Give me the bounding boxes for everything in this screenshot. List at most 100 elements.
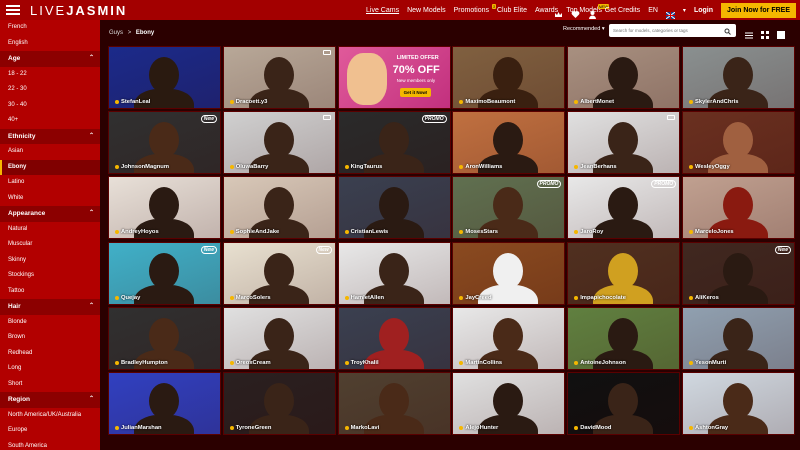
sidebar-section-header[interactable]: Region ⌃ [0,392,100,408]
search-input[interactable] [609,28,724,33]
model-tile[interactable]: OreoxCream [222,306,336,370]
model-tile[interactable]: Dracoett.y3 [222,46,336,109]
model-tile[interactable]: New MarcoSolers [222,241,336,305]
nav-item[interactable]: Promotions 3 [454,3,496,14]
model-tile[interactable]: StefanLeal [108,46,221,109]
promo-cta-button[interactable]: Get it Now! [399,88,432,97]
sidebar-filter-item[interactable]: Brown [0,330,100,346]
model-tile[interactable]: CristianLewis [337,176,451,240]
sidebar-filter-item[interactable]: Ebony [0,159,100,175]
model-tile[interactable]: JeanBerhans [567,111,681,175]
crown-icon[interactable] [554,6,563,17]
grid-view-icon[interactable] [761,26,769,44]
sidebar-filter-item[interactable]: Long [0,361,100,377]
logo[interactable]: LIVEJASMIN [30,3,127,18]
sidebar-filter-item[interactable]: Asian [0,144,100,160]
menu-icon[interactable] [6,5,20,15]
model-tile[interactable]: WesleyOggy [681,111,795,175]
model-name-text: MosesStars [465,229,498,236]
model-tile[interactable]: AshtonGray [681,371,795,435]
sidebar-filter-item[interactable]: French [0,20,100,36]
model-tile[interactable]: TroyKhalil [337,306,451,370]
model-photo [493,57,524,93]
model-name-text: WesleyOggy [694,164,730,171]
sidebar-filter-item[interactable]: North America/UK/Australia [0,408,100,424]
breadcrumb-parent[interactable]: Guys [109,30,123,36]
model-name-text: MarceloJones [694,229,734,236]
model-tile[interactable]: SkylerAndChris [681,46,795,109]
search-icon[interactable] [724,22,731,40]
model-tile[interactable]: DavidMood [567,371,681,435]
login-link[interactable]: Login [694,7,713,14]
model-name-text: JeanBerhans [580,164,617,171]
model-tile[interactable]: AlbertMonet [567,46,681,109]
tile-badge: PROMO [651,180,677,189]
flag-icon[interactable] [665,6,676,19]
model-tile[interactable]: Impapichocolate [567,241,681,305]
model-tile[interactable]: MaximoBeaumont [452,46,566,109]
sidebar-filter-item[interactable]: Tattoo [0,284,100,300]
sidebar-filter-item[interactable]: 22 - 30 [0,82,100,98]
sidebar-filter-item[interactable]: Blonde [0,315,100,331]
sidebar-filter-item[interactable]: English [0,36,100,52]
model-tile[interactable]: AndreyHoyos [108,176,221,240]
nav-item[interactable]: Club Elite [497,7,527,14]
model-tile[interactable]: MarceloJones [681,176,795,240]
chevron-down-icon[interactable]: ▾ [683,7,686,14]
sidebar-filter-item[interactable]: Redhead [0,346,100,362]
model-tile[interactable]: New AliKeros [681,241,795,305]
model-tile[interactable]: AntoineJohnson [567,306,681,370]
sidebar-filter-item[interactable]: 40+ [0,113,100,129]
model-tile[interactable]: BradleyHumpton [108,306,221,370]
sidebar-filter-item[interactable]: 18 - 22 [0,67,100,83]
model-name: CristianLewis [344,229,388,235]
nav-item[interactable]: New Models [407,7,446,14]
model-tile[interactable]: JayCreed [452,241,566,305]
heart-icon[interactable] [571,6,580,18]
sidebar-section-header[interactable]: Age ⌃ [0,51,100,67]
language-selector[interactable]: EN [648,7,658,14]
model-name: MosesStars [459,229,498,235]
large-grid-icon[interactable] [777,26,785,44]
sidebar-filter-item[interactable]: Latino [0,175,100,191]
sidebar-filter-item[interactable]: Natural [0,222,100,238]
nav-item[interactable]: Live Cams [366,7,399,14]
sidebar-section-header[interactable]: Ethnicity ⌃ [0,128,100,144]
model-tile[interactable]: New JohnsonMagnum [108,111,221,175]
model-tile[interactable]: New Quejay [108,241,221,305]
join-button[interactable]: Join Now for FREE [721,2,796,18]
promo-banner-tile[interactable]: LIMITED OFFER 70% OFF New members only Get … [337,46,451,109]
model-tile[interactable]: MartinCollins [452,306,566,370]
model-tile[interactable]: AlejoHunter [452,371,566,435]
model-tile[interactable]: PROMO JaroRoy [567,176,681,240]
model-tile[interactable]: HamletAllen [337,241,451,305]
sidebar-filter-item[interactable]: South America [0,439,100,450]
model-tile[interactable]: TyroneGreen [222,371,336,435]
model-tile[interactable]: MarkoLavi [337,371,451,435]
tile-badge: New [200,245,217,254]
sort-dropdown[interactable]: Recommended ▾ [563,26,605,32]
model-tile[interactable]: PROMO MosesStars [452,176,566,240]
model-name: HamletAllen [344,295,384,301]
sidebar-filter-item[interactable]: Short [0,377,100,393]
model-tile[interactable]: PROMO KingTaurus [337,111,451,175]
get-credits-link[interactable]: Get Credits [605,7,640,14]
model-name-text: JayCreed [465,294,492,301]
online-status-icon [459,230,464,235]
model-tile[interactable]: AronWilliams [452,111,566,175]
model-tile[interactable]: OluwaBarry [222,111,336,175]
list-view-icon[interactable] [745,26,753,44]
sidebar-filter-item[interactable]: 30 - 40 [0,98,100,114]
model-tile[interactable]: YesonMurti [681,306,795,370]
sidebar-filter-item[interactable]: White [0,191,100,207]
sidebar-filter-item[interactable]: Stockings [0,268,100,284]
sidebar-section-header[interactable]: Hair ⌃ [0,299,100,315]
sidebar-section-header[interactable]: Appearance ⌃ [0,206,100,222]
sidebar-filter-item[interactable]: Europe [0,423,100,439]
sidebar-filter-item[interactable]: Muscular [0,237,100,253]
model-tile[interactable]: SophieAndJake [222,176,336,240]
model-tile[interactable]: JulianMarshan [108,371,221,435]
sidebar-filter-item[interactable]: Skinny [0,253,100,269]
online-status-icon [574,425,579,430]
user-icon[interactable] [588,6,597,19]
